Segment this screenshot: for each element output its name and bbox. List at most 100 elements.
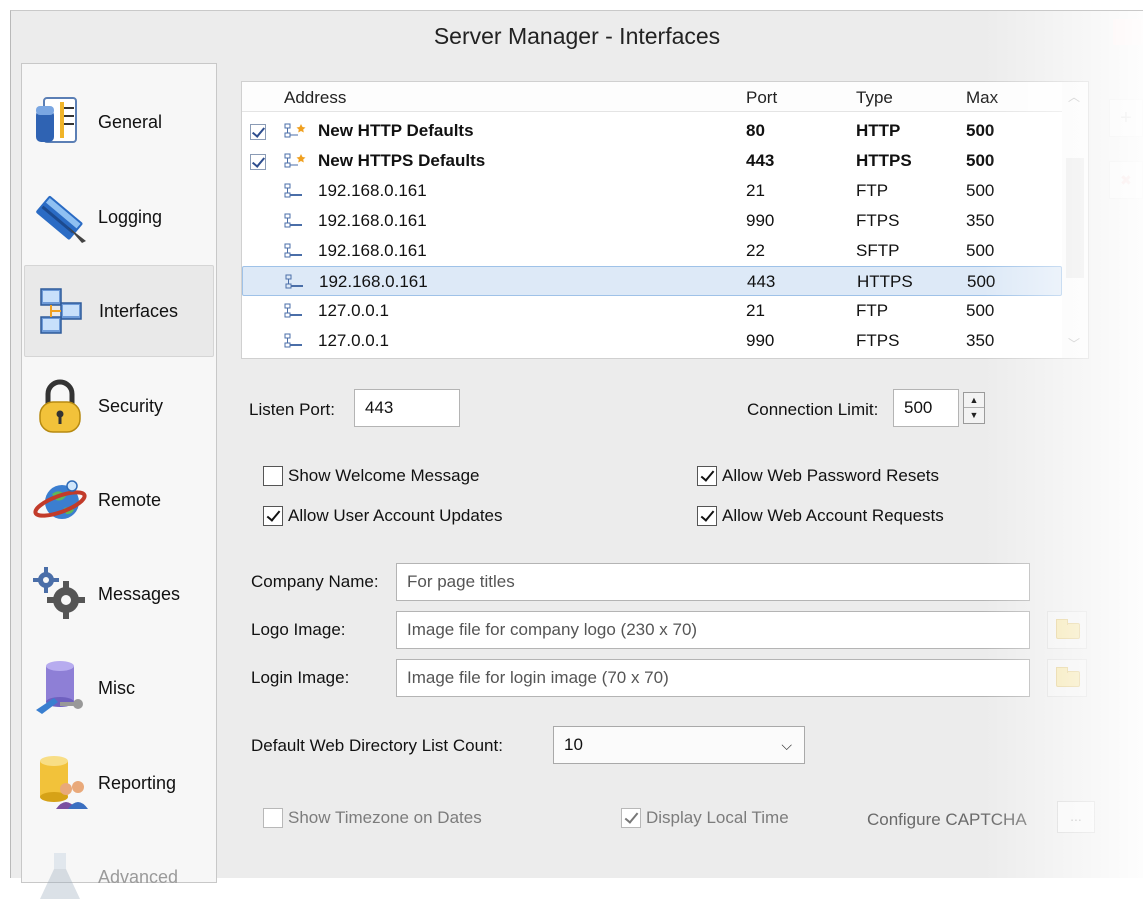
column-header-type[interactable]: Type (856, 88, 893, 108)
sidebar-item-label: General (98, 111, 163, 132)
network-interface-icon (284, 213, 302, 228)
login-image-label: Login Image: (251, 668, 350, 687)
table-row[interactable]: New HTTPS Defaults 443 HTTPS 500 (242, 146, 1062, 176)
network-interface-icon (284, 243, 302, 258)
row-port: 80 (746, 121, 765, 140)
browse-login-button[interactable] (1047, 659, 1087, 697)
stepper-down-icon[interactable]: ▼ (964, 408, 984, 423)
sidebar-item-advanced[interactable]: Advanced (24, 831, 214, 923)
grid-scrollbar[interactable]: ︿ ﹀ (1062, 82, 1088, 358)
checkbox-box[interactable] (697, 466, 717, 486)
sidebar-item-interfaces[interactable]: Interfaces (24, 265, 214, 357)
interfaces-panel: Address Port Type Max New HTTP Defaults … (217, 63, 1143, 883)
allow-password-resets-checkbox[interactable]: Allow Web Password Resets (697, 466, 939, 486)
row-max: 500 (967, 272, 996, 291)
login-image-input[interactable] (396, 659, 1030, 697)
column-header-max[interactable]: Max (966, 88, 998, 108)
show-welcome-checkbox[interactable]: Show Welcome Message (263, 466, 480, 486)
sidebar-item-security[interactable]: Security (24, 360, 214, 452)
table-row[interactable]: 192.168.0.161 21 FTP 500 (242, 176, 1062, 206)
stepper-up-icon[interactable]: ▲ (964, 393, 984, 408)
checkbox-label: Allow User Account Updates (288, 506, 503, 525)
row-type: HTTPS (857, 272, 913, 291)
table-row[interactable]: New HTTP Defaults 80 HTTP 500 (242, 116, 1062, 146)
company-name-label: Company Name: (251, 572, 379, 591)
display-local-time-checkbox[interactable]: Display Local Time (621, 808, 789, 828)
sidebar-item-messages[interactable]: Messages (24, 548, 214, 640)
remote-globe-icon (30, 470, 90, 530)
connection-limit-stepper[interactable]: ▲ ▼ (963, 392, 985, 424)
row-port: 22 (746, 241, 765, 260)
row-checkbox[interactable] (250, 154, 266, 170)
logo-image-label: Logo Image: (251, 620, 346, 639)
interfaces-grid[interactable]: Address Port Type Max New HTTP Defaults … (241, 81, 1089, 359)
browse-logo-button[interactable] (1047, 611, 1087, 649)
company-name-input[interactable] (396, 563, 1030, 601)
row-max: 500 (966, 241, 995, 260)
checkbox-box[interactable] (697, 506, 717, 526)
add-interface-button[interactable]: + (1109, 99, 1143, 137)
chevron-down-icon[interactable]: ﹀ (1068, 335, 1080, 352)
scroll-thumb[interactable] (1066, 158, 1084, 278)
allow-user-updates-checkbox[interactable]: Allow User Account Updates (263, 506, 503, 526)
connection-limit-label: Connection Limit: (747, 400, 879, 419)
delete-interface-button[interactable]: ✖ (1109, 161, 1143, 199)
allow-account-requests-checkbox[interactable]: Allow Web Account Requests (697, 506, 944, 526)
gears-icon (30, 564, 90, 624)
folder-icon (1056, 619, 1080, 639)
sidebar-item-misc[interactable]: Misc (24, 642, 214, 734)
table-row[interactable]: 192.168.0.161 22 SFTP 500 (242, 236, 1062, 266)
column-header-port[interactable]: Port (746, 88, 777, 108)
logging-icon (30, 187, 90, 247)
row-address: 127.0.0.1 (318, 301, 389, 320)
table-row[interactable]: 192.168.0.161 990 FTPS 350 (242, 206, 1062, 236)
logo-image-input[interactable] (396, 611, 1030, 649)
sidebar-item-general[interactable]: General (24, 76, 214, 168)
sidebar-item-remote[interactable]: Remote (24, 454, 214, 546)
general-icon (30, 92, 90, 152)
folder-icon (1056, 667, 1080, 687)
row-address: New HTTPS Defaults (318, 151, 486, 170)
checkbox-box[interactable] (263, 808, 283, 828)
grid-header: Address Port Type Max (242, 82, 1088, 112)
dir-list-count-value: 10 (564, 735, 583, 754)
chevron-up-icon[interactable]: ︿ (1068, 88, 1080, 105)
sidebar-item-label: Advanced (98, 866, 179, 887)
sidebar-item-logging[interactable]: Logging (24, 171, 214, 263)
network-interface-icon (284, 183, 302, 198)
delete-icon: ✖ (1120, 172, 1132, 188)
listen-port-label: Listen Port: (249, 400, 335, 419)
table-row[interactable]: 127.0.0.1 990 FTPS 350 (242, 326, 1062, 356)
row-checkbox[interactable] (250, 124, 266, 140)
sidebar-item-label: Misc (98, 677, 135, 698)
sidebar-item-label: Messages (98, 583, 181, 604)
row-type: FTPS (856, 331, 900, 350)
listen-port-input[interactable] (354, 389, 460, 427)
row-address: 192.168.0.161 (318, 211, 427, 230)
row-port: 443 (746, 151, 775, 170)
checkbox-label: Allow Web Password Resets (722, 466, 939, 485)
table-row-selected[interactable]: 192.168.0.161 443 HTTPS 500 (242, 266, 1062, 296)
table-row[interactable]: 127.0.0.1 21 FTP 500 (242, 296, 1062, 326)
checkbox-box[interactable] (621, 808, 641, 828)
configure-captcha-button[interactable]: ... (1057, 801, 1095, 833)
checkbox-box[interactable] (263, 506, 283, 526)
column-header-address[interactable]: Address (284, 88, 346, 108)
sidebar-item-reporting[interactable]: Reporting (24, 737, 214, 829)
connection-limit-input[interactable] (893, 389, 959, 427)
server-manager-window: Server Manager - Interfaces General Logg… (10, 10, 1143, 899)
dir-list-count-select[interactable]: 10 ⌵ (553, 726, 805, 764)
network-interface-icon (284, 333, 302, 348)
reporting-users-icon (30, 753, 90, 813)
checkbox-box[interactable] (263, 466, 283, 486)
row-max: 500 (966, 301, 995, 320)
close-icon[interactable] (1113, 19, 1143, 45)
sidebar: General Logging Interfaces Security Remo… (21, 63, 217, 899)
row-type: FTP (856, 181, 889, 200)
new-interface-icon (284, 123, 306, 138)
sidebar-item-label: Remote (98, 489, 162, 510)
row-type: SFTP (856, 241, 900, 260)
checkbox-label: Allow Web Account Requests (722, 506, 944, 525)
show-timezone-checkbox[interactable]: Show Timezone on Dates (263, 808, 482, 828)
database-tools-icon (30, 658, 90, 718)
